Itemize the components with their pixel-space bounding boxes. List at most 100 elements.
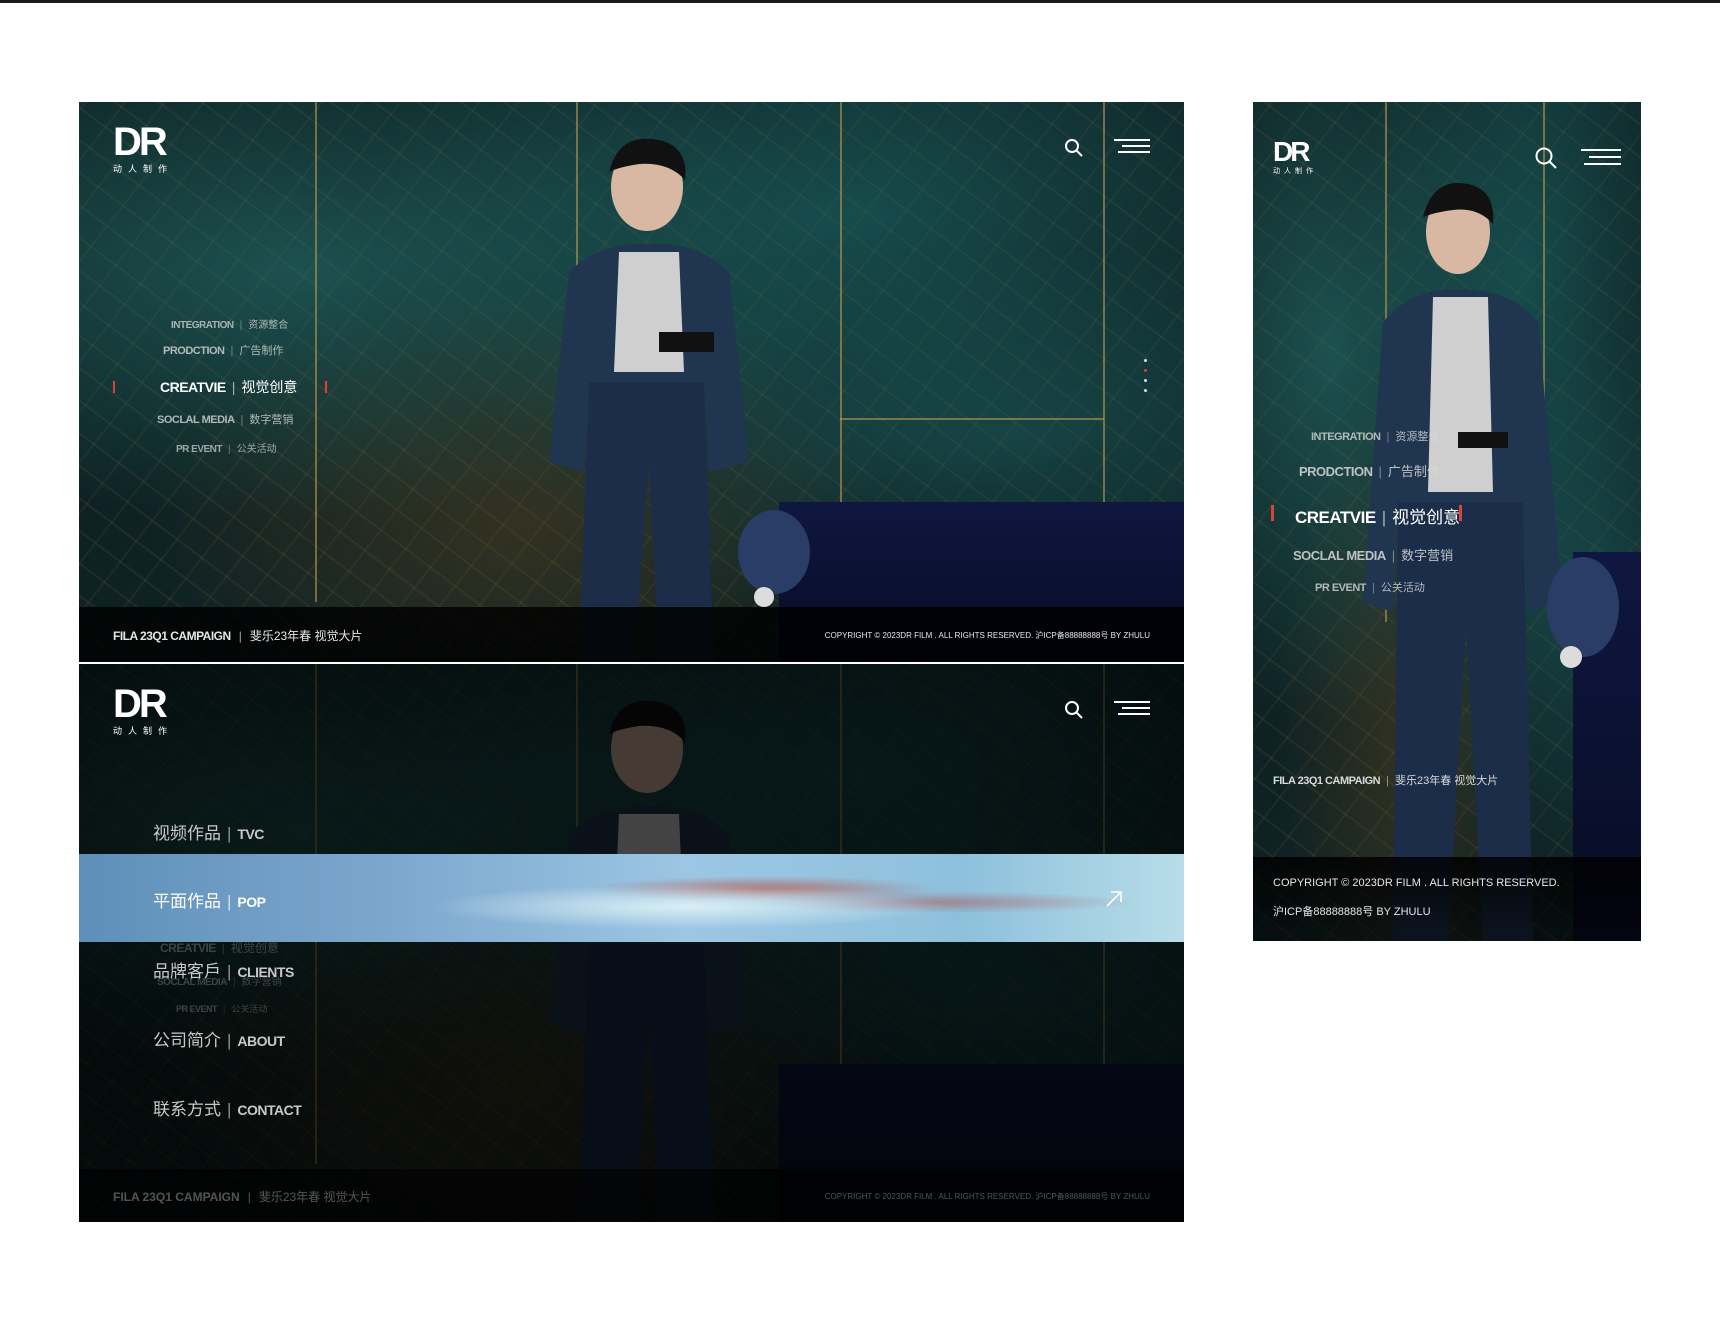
nav-label-en: SOCLAL MEDIA xyxy=(1293,548,1386,563)
menu-item-clients[interactable]: 品牌客戶 | CLIENTS xyxy=(153,957,294,982)
menu-label-cn: 平面作品 xyxy=(153,892,221,911)
nav-creatvie[interactable]: CREATVIE | 视觉创意 xyxy=(1295,503,1460,528)
nav-label-en: PRODCTION xyxy=(1299,464,1373,479)
logo-mark: DR xyxy=(113,120,168,164)
pagination-dot[interactable] xyxy=(1144,389,1147,392)
top-divider xyxy=(0,0,1720,3)
logo-subtitle: 动人制作 xyxy=(1273,168,1317,175)
hamburger-menu-icon[interactable] xyxy=(1114,138,1150,158)
cap-image xyxy=(738,510,810,607)
nav-label-cn: 资源整合 xyxy=(1395,431,1440,443)
menu-item-about[interactable]: 公司简介 | ABOUT xyxy=(153,1026,285,1051)
nav-label-en: CREATVIE xyxy=(160,941,216,955)
campaign-caption[interactable]: FILA 23Q1 CAMPAIGN | 斐乐23年春 视觉大片 xyxy=(113,1188,372,1205)
nav-label-en: INTEGRATION xyxy=(1311,431,1381,443)
logo-subtitle: 动人制作 xyxy=(113,164,174,174)
menu-item-tvc[interactable]: 视频作品 | TVC xyxy=(153,819,264,844)
slide-pagination[interactable] xyxy=(1144,352,1147,399)
mobile-home-screen: DR 动人制作 INTEGRATION | 资源整合 PRODCTION | 广告制作 … xyxy=(1253,102,1641,941)
nav-prodction[interactable]: PRODCTION | 广告制作 xyxy=(1299,461,1440,480)
menu-label-cn: 公司简介 xyxy=(153,1031,221,1050)
nav-label-cn: 公关活动 xyxy=(236,444,277,455)
nav-label-cn: 广告制作 xyxy=(239,345,284,357)
copyright-line-2: 沪ICP备88888888号 BY ZHULU xyxy=(1273,906,1431,918)
logo-mark: DR xyxy=(1273,136,1310,167)
pagination-dot[interactable] xyxy=(1144,369,1147,372)
nav-label-en: SOCLAL MEDIA xyxy=(157,414,235,426)
menu-label-en: CONTACT xyxy=(237,1102,302,1118)
faded-nav-pr-event: PR EVENT | 公关活动 xyxy=(176,1004,268,1014)
menu-item-contact[interactable]: 联系方式 | CONTACT xyxy=(153,1095,302,1120)
wall-panel-line xyxy=(1103,102,1105,502)
nav-integration[interactable]: INTEGRATION | 资源整合 xyxy=(171,316,288,331)
pagination-dot[interactable] xyxy=(1144,379,1147,382)
menu-label-en: TVC xyxy=(237,826,264,842)
wall-panel-line xyxy=(840,418,1104,420)
campaign-caption-en: FILA 23Q1 CAMPAIGN xyxy=(113,1190,240,1204)
nav-creatvie[interactable]: CREATVIE | 视觉创意 xyxy=(160,377,297,397)
nav-prodction[interactable]: PRODCTION | 广告制作 xyxy=(163,342,283,358)
logo-subtitle: 动人制作 xyxy=(113,726,174,736)
arrow-up-right-icon[interactable] xyxy=(1105,890,1123,908)
campaign-caption-cn: 斐乐23年春 视觉大片 xyxy=(258,1190,372,1204)
desktop-home-screen: DR 动人制作 INTEGRATION | 资源整合 PRODCTION | 广告制作 … xyxy=(79,102,1184,662)
menu-label-cn: 品牌客戶 xyxy=(153,962,221,981)
campaign-caption[interactable]: FILA 23Q1 CAMPAIGN | 斐乐23年春 视觉大片 xyxy=(1273,772,1498,788)
cap-image xyxy=(1547,557,1619,668)
nav-label-cn: 广告制作 xyxy=(1387,464,1440,479)
hamburger-menu-icon[interactable] xyxy=(1114,700,1150,720)
nav-label-en: INTEGRATION xyxy=(171,320,234,331)
menu-label-en: CLIENTS xyxy=(237,964,294,980)
campaign-caption-cn: 斐乐23年春 视觉大片 xyxy=(1394,775,1499,787)
active-marker-left xyxy=(1271,505,1274,521)
active-marker-right xyxy=(325,381,327,393)
menu-label-en: POP xyxy=(237,894,266,910)
nav-label-cn: 数字营销 xyxy=(249,414,294,426)
logo-mark: DR xyxy=(113,682,168,726)
campaign-caption-cn: 斐乐23年春 视觉大片 xyxy=(249,629,363,643)
menu-label-cn: 视频作品 xyxy=(153,824,221,843)
nav-label-en: CREATVIE xyxy=(1295,508,1376,527)
pagination-dot[interactable] xyxy=(1144,359,1147,362)
logo[interactable]: DR 动人制作 xyxy=(1273,138,1317,176)
nav-soclal-media[interactable]: SOCLAL MEDIA | 数字营销 xyxy=(1293,545,1453,564)
nav-integration[interactable]: INTEGRATION | 资源整合 xyxy=(1311,428,1439,444)
search-icon[interactable] xyxy=(1064,138,1084,158)
active-marker-right xyxy=(1459,505,1462,521)
nav-label-en: PRODCTION xyxy=(163,345,225,357)
nav-soclal-media[interactable]: SOCLAL MEDIA | 数字营销 xyxy=(157,411,293,427)
desktop-menu-screen: CREATVIE | 视觉创意 SOCLAL MEDIA | 数字营销 PR EVENT… xyxy=(79,664,1184,1222)
campaign-caption-en: FILA 23Q1 CAMPAIGN xyxy=(1273,775,1381,787)
copyright-line-1: COPYRIGHT © 2023DR FILM . ALL RIGHTS RES… xyxy=(1273,877,1560,889)
menu-label-en: ABOUT xyxy=(237,1033,285,1049)
search-icon[interactable] xyxy=(1534,146,1558,170)
nav-pr-event[interactable]: PR EVENT | 公关活动 xyxy=(176,440,277,455)
search-icon[interactable] xyxy=(1064,700,1084,720)
nav-label-cn: 视觉创意 xyxy=(1392,508,1461,527)
nav-label-cn: 公关活动 xyxy=(231,1004,268,1014)
logo[interactable]: DR 动人制作 xyxy=(113,684,173,737)
nav-label-en: CREATVIE xyxy=(160,379,226,395)
nav-label-cn: 视觉创意 xyxy=(230,941,279,955)
campaign-caption-en: FILA 23Q1 CAMPAIGN xyxy=(113,629,231,643)
logo[interactable]: DR 动人制作 xyxy=(113,122,173,175)
menu-label-cn: 联系方式 xyxy=(153,1100,221,1119)
menu-item-pop[interactable]: 平面作品 | POP xyxy=(153,887,266,912)
menu-item-pop-highlight[interactable]: 平面作品 | POP xyxy=(79,854,1184,942)
hamburger-menu-icon[interactable] xyxy=(1581,148,1621,168)
nav-label-en: PR EVENT xyxy=(176,444,223,455)
footer-bar: FILA 23Q1 CAMPAIGN | 斐乐23年春 视觉大片 COPYRIGHT… xyxy=(79,607,1184,662)
nav-label-en: PR EVENT xyxy=(1315,582,1367,594)
copyright-text: COPYRIGHT © 2023DR FILM . ALL RIGHTS RES… xyxy=(824,631,1150,640)
footer-bar: COPYRIGHT © 2023DR FILM . ALL RIGHTS RES… xyxy=(1253,857,1641,941)
campaign-caption[interactable]: FILA 23Q1 CAMPAIGN | 斐乐23年春 视觉大片 xyxy=(113,627,363,644)
copyright-text: COPYRIGHT © 2023DR FILM . ALL RIGHTS RES… xyxy=(824,1192,1150,1201)
footer-bar: FILA 23Q1 CAMPAIGN | 斐乐23年春 视觉大片 COPYRIGHT… xyxy=(79,1169,1184,1222)
nav-label-cn: 公关活动 xyxy=(1380,582,1425,594)
nav-pr-event[interactable]: PR EVENT | 公关活动 xyxy=(1315,579,1425,595)
nav-label-cn: 视觉创意 xyxy=(241,379,298,395)
nav-label-cn: 资源整合 xyxy=(248,320,289,331)
wall-panel-line xyxy=(315,102,317,602)
active-marker-left xyxy=(113,381,115,393)
nav-label-en: PR EVENT xyxy=(176,1004,218,1014)
